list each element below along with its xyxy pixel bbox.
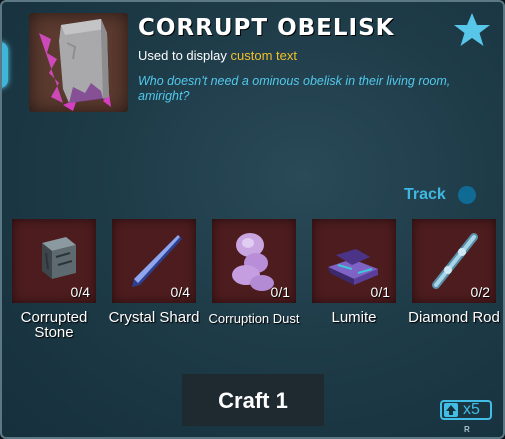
track-radio-icon[interactable]: [457, 186, 476, 204]
item-description: Who doesn't need a ominous obelisk in th…: [138, 74, 451, 103]
ingredient-slot-lumite[interactable]: 0/1: [312, 219, 396, 303]
subtitle-text: Used to display: [138, 48, 227, 63]
ingredient-count: 0/1: [370, 284, 390, 300]
ingredient-slot-crystal-shard[interactable]: 0/4: [112, 219, 196, 303]
track-toggle[interactable]: Track: [404, 186, 476, 204]
ingredient-name: Corrupted Stone: [20, 309, 88, 341]
ingredient-name: Diamond Rod: [408, 309, 500, 326]
craft-button[interactable]: Craft 1: [182, 374, 324, 426]
ingredient-name: Lumite: [331, 309, 377, 326]
craft-multiplier-icon: [444, 403, 458, 417]
side-tab-handle[interactable]: [2, 42, 8, 88]
ingredient-count: 0/1: [270, 284, 290, 300]
ingredient-count: 0/2: [470, 284, 490, 300]
ingredient-name: Corruption Dust: [208, 311, 300, 326]
crafting-panel: CORRUPT OBELISK Used to display custom t…: [0, 0, 505, 439]
item-title: CORRUPT OBELISK: [138, 15, 395, 41]
track-label: Track: [404, 186, 446, 203]
ingredient-count: 0/4: [70, 284, 90, 300]
corrupt-obelisk-icon: [29, 13, 128, 112]
ingredient-slot-corruption-dust[interactable]: 0/1: [212, 219, 296, 303]
favorite-star-icon[interactable]: [452, 11, 492, 49]
multiplier-label: x5: [463, 401, 480, 418]
craft-multiplier-button[interactable]: x5: [440, 400, 492, 420]
ingredient-name: Crystal Shard: [108, 309, 200, 326]
item-subtitle: Used to display custom text: [138, 48, 297, 63]
ingredient-slot-diamond-rod[interactable]: 0/2: [412, 219, 496, 303]
ingredient-count: 0/4: [170, 284, 190, 300]
subtitle-highlight: custom text: [230, 48, 297, 63]
ingredient-slot-corrupted-stone[interactable]: 0/4: [12, 219, 96, 303]
multiplier-hotkey: R: [464, 425, 470, 434]
